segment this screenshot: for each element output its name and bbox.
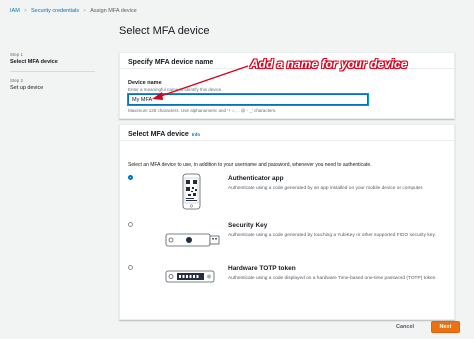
cancel-button[interactable]: Cancel — [396, 324, 414, 330]
annotation-arrow-icon — [152, 65, 249, 100]
annotation-text: Add a name for your device — [250, 57, 408, 71]
next-button[interactable]: Next — [431, 321, 460, 333]
